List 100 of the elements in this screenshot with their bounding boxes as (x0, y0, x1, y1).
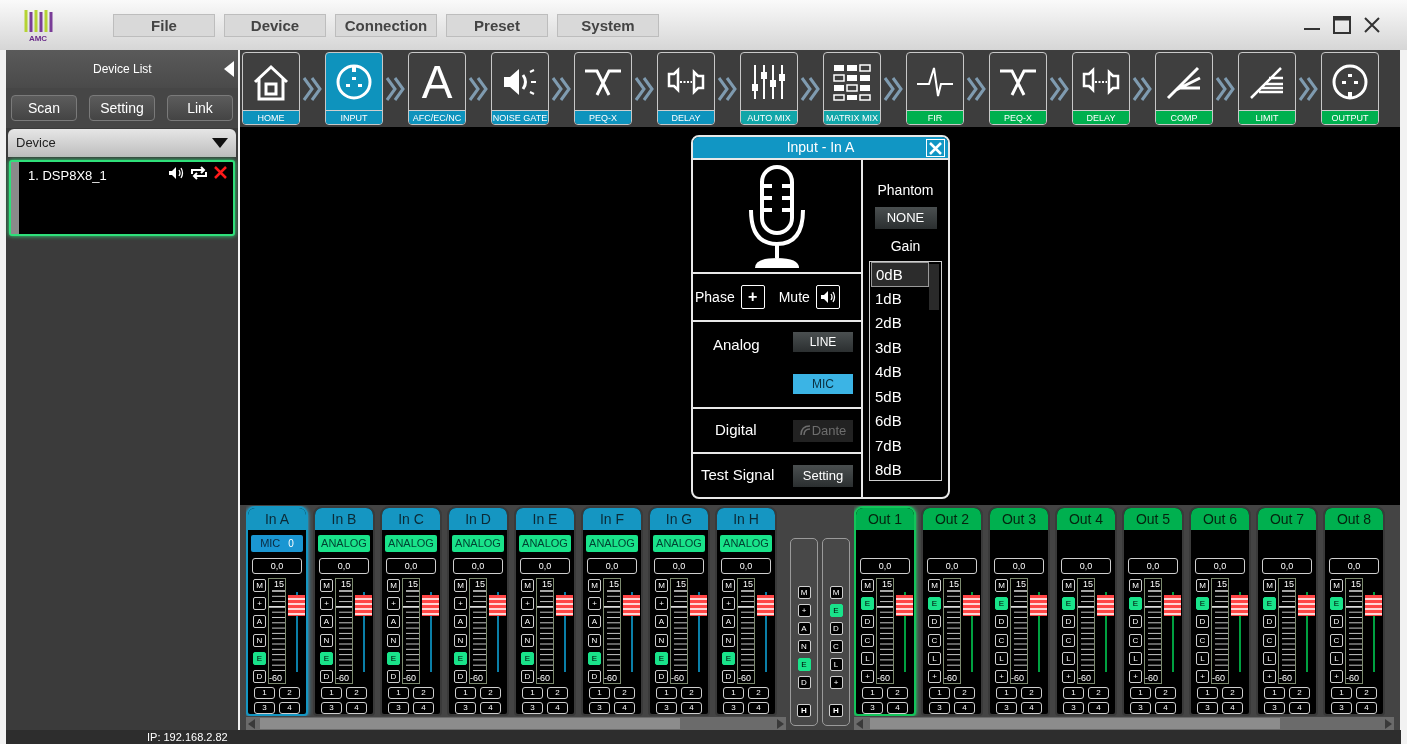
bus-button[interactable]: 1 (455, 687, 476, 699)
channel-button[interactable]: E (521, 651, 534, 665)
bus-button[interactable]: 2 (1289, 687, 1310, 699)
channel-name[interactable]: In E (516, 508, 574, 530)
bus-button[interactable]: 2 (681, 687, 702, 699)
value-field[interactable]: 0,0 (386, 558, 436, 574)
channel-button[interactable]: + (797, 604, 811, 617)
channel-button[interactable]: D (253, 669, 266, 683)
channel-button[interactable]: A (797, 622, 811, 635)
channel-button[interactable]: N (797, 640, 811, 653)
bus-button[interactable]: 4 (954, 702, 975, 714)
value-field[interactable]: 0,0 (319, 558, 369, 574)
channel-button[interactable]: M (1196, 579, 1209, 592)
value-field[interactable]: 0,0 (453, 558, 503, 574)
bus-button[interactable]: 4 (279, 702, 300, 714)
fader-thumb[interactable] (489, 595, 506, 616)
toolbar-button[interactable]: Link (167, 95, 233, 121)
bus-button[interactable]: 3 (589, 702, 610, 714)
channel-name[interactable]: In C (382, 508, 440, 530)
channel-button[interactable]: M (655, 579, 668, 592)
bus-button[interactable]: 1 (1264, 687, 1285, 699)
channel-button[interactable]: N (320, 633, 333, 647)
channel-button[interactable]: E (829, 604, 843, 617)
bus-button[interactable]: 4 (1021, 702, 1042, 714)
gain-option[interactable]: 5dB (871, 384, 929, 409)
bus-button[interactable]: 3 (1063, 702, 1084, 714)
bus-button[interactable]: 1 (388, 687, 409, 699)
menu-item[interactable]: File (113, 13, 215, 37)
menu-item[interactable]: Preset (446, 13, 548, 37)
channel-button[interactable]: A (320, 615, 333, 629)
channel-button[interactable]: C (829, 640, 843, 653)
channel-button[interactable]: + (1062, 669, 1075, 683)
channel-name[interactable]: Out 3 (990, 508, 1048, 530)
channel-button[interactable]: A (454, 615, 467, 629)
bus-button[interactable]: 2 (279, 687, 300, 699)
channel-button[interactable]: M (1129, 579, 1142, 592)
channel-button[interactable]: E (655, 651, 668, 665)
channel-button[interactable]: + (995, 669, 1008, 683)
speaker-icon[interactable] (168, 166, 184, 180)
channel-button[interactable]: D (861, 615, 874, 629)
bus-button[interactable]: 1 (254, 687, 275, 699)
channel-button[interactable]: D (454, 669, 467, 683)
bus-button[interactable]: 2 (748, 687, 769, 699)
channel-button[interactable]: E (1263, 597, 1276, 611)
channel-button[interactable]: E (588, 651, 601, 665)
module-tab[interactable]: INPUT (325, 52, 383, 125)
value-field[interactable]: 0,0 (1128, 558, 1178, 574)
bus-button[interactable]: 2 (954, 687, 975, 699)
bus-button[interactable]: 2 (547, 687, 568, 699)
device-card[interactable]: 1. DSP8X8_1 (9, 160, 235, 236)
channel-button[interactable]: + (928, 669, 941, 683)
channel-name[interactable]: Out 7 (1258, 508, 1316, 530)
group-toggle-button[interactable]: H (829, 704, 843, 717)
channel-button[interactable]: L (861, 651, 874, 665)
repeat-icon[interactable] (190, 166, 208, 180)
channel-button[interactable]: E (995, 597, 1008, 611)
value-field[interactable]: 0,0 (927, 558, 977, 574)
channel-button[interactable]: D (797, 676, 811, 689)
fader-thumb[interactable] (1365, 595, 1382, 616)
source-chip[interactable]: ANALOG (519, 534, 571, 552)
bus-button[interactable]: 3 (1331, 702, 1352, 714)
bus-button[interactable]: 1 (1063, 687, 1084, 699)
channel-button[interactable]: C (1129, 633, 1142, 647)
module-tab[interactable]: PEQ-X (574, 52, 632, 125)
source-chip[interactable]: ANALOG (653, 534, 705, 552)
channel-button[interactable]: D (588, 669, 601, 683)
bus-button[interactable]: 4 (346, 702, 367, 714)
bus-button[interactable]: 2 (1356, 687, 1377, 699)
channel-button[interactable]: M (797, 586, 811, 599)
channel-name[interactable]: Out 6 (1191, 508, 1249, 530)
channel-name[interactable]: Out 1 (856, 508, 914, 530)
channel-button[interactable]: N (521, 633, 534, 647)
channel-name[interactable]: In B (315, 508, 373, 530)
bus-button[interactable]: 3 (929, 702, 950, 714)
toolbar-button[interactable]: Scan (11, 95, 77, 121)
value-field[interactable]: 0,0 (520, 558, 570, 574)
channel-button[interactable]: L (1263, 651, 1276, 665)
channel-button[interactable]: A (521, 615, 534, 629)
channel-button[interactable]: L (1129, 651, 1142, 665)
fader-thumb[interactable] (623, 595, 640, 616)
menu-item[interactable]: Device (224, 13, 326, 37)
fader-thumb[interactable] (1164, 595, 1181, 616)
channel-button[interactable]: N (454, 633, 467, 647)
fader-thumb[interactable] (757, 595, 774, 616)
channel-button[interactable]: C (1196, 633, 1209, 647)
channel-button[interactable]: M (454, 579, 467, 592)
bus-button[interactable]: 4 (1222, 702, 1243, 714)
bus-button[interactable]: 4 (1088, 702, 1109, 714)
phantom-button[interactable]: NONE (874, 207, 937, 229)
fader-thumb[interactable] (355, 595, 372, 616)
channel-button[interactable]: + (1129, 669, 1142, 683)
module-tab[interactable]: HOME (242, 52, 300, 125)
channel-button[interactable]: D (387, 669, 400, 683)
channel-button[interactable]: D (722, 669, 735, 683)
toolbar-button[interactable]: Setting (89, 95, 155, 121)
channel-name[interactable]: In F (583, 508, 641, 530)
channel-button[interactable]: M (829, 586, 843, 599)
channel-button[interactable]: D (1129, 615, 1142, 629)
source-chip[interactable]: ANALOG (720, 534, 772, 552)
bus-button[interactable]: 1 (1331, 687, 1352, 699)
